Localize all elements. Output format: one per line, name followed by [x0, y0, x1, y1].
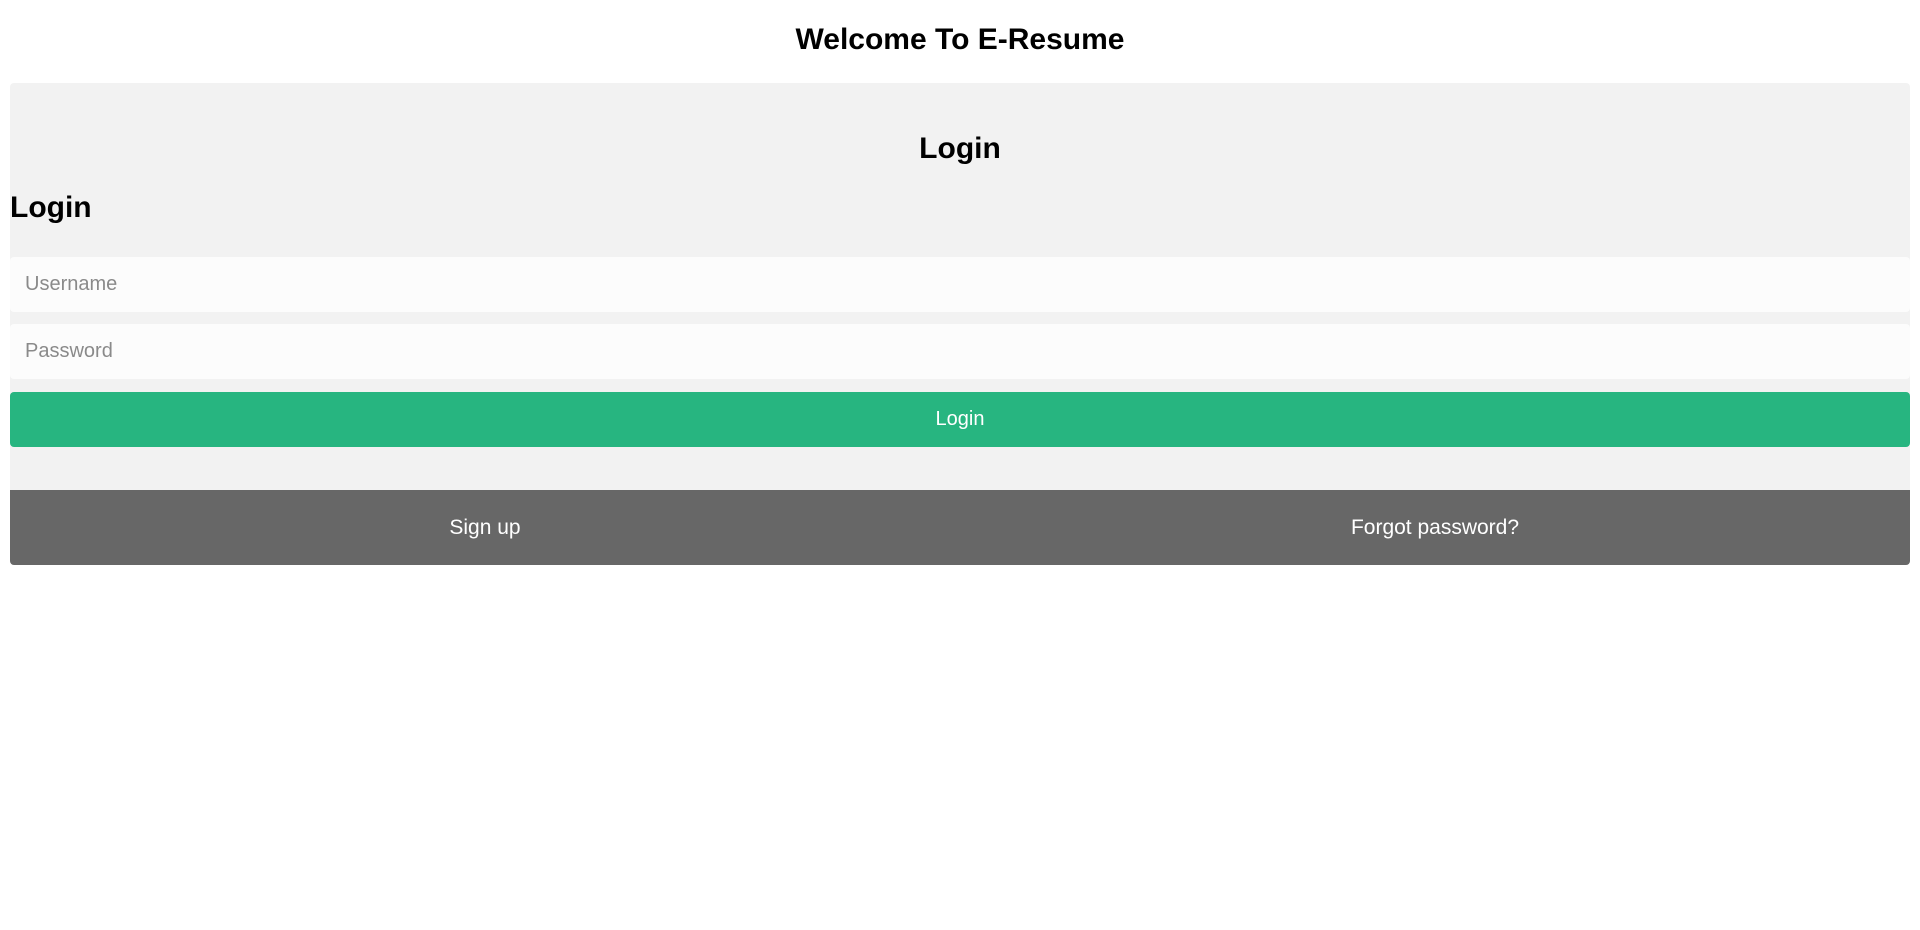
signup-link[interactable]: Sign up	[10, 490, 960, 565]
password-input[interactable]	[10, 324, 1910, 379]
username-input[interactable]	[10, 257, 1910, 312]
card-title: Login	[919, 132, 1001, 165]
page-title: Welcome To E-Resume	[795, 23, 1125, 56]
login-page: Welcome To E-Resume Login Login Login Si…	[0, 0, 1920, 930]
card-footer: Sign up Forgot password?	[10, 490, 1910, 565]
forgot-password-link[interactable]: Forgot password?	[960, 490, 1910, 565]
login-button[interactable]: Login	[10, 392, 1910, 447]
form-title: Login	[10, 191, 92, 224]
login-card: Login Login Login Sign up Forgot passwor…	[10, 83, 1910, 565]
